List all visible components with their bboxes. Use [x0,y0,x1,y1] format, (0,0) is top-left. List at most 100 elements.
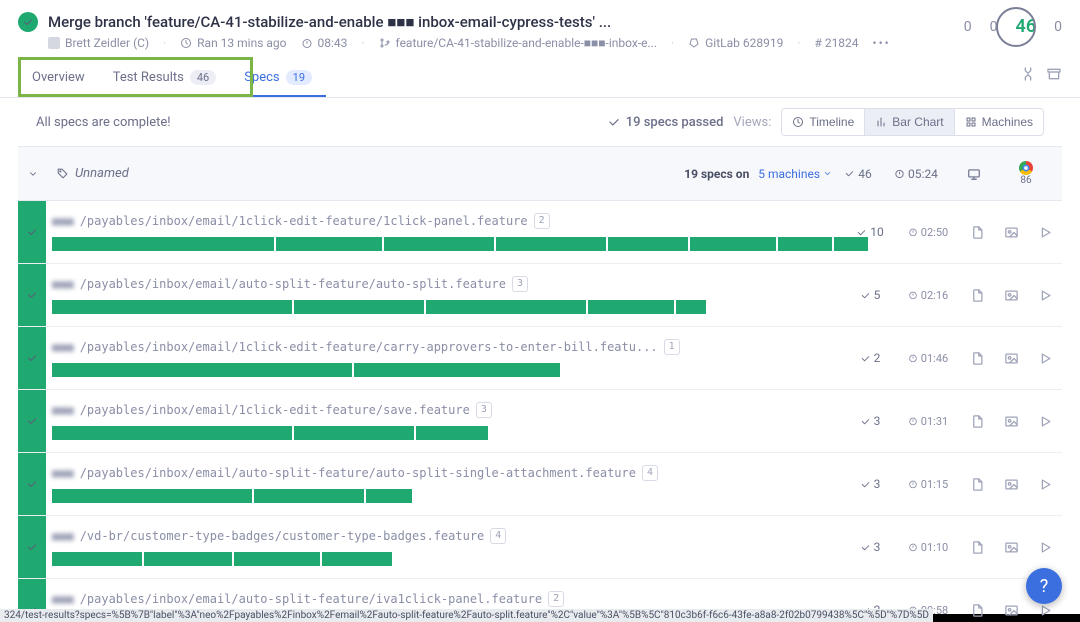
spec-bar-chart[interactable] [52,489,412,503]
views-label: Views: [733,115,771,130]
ran-time: Ran 13 mins ago [180,36,286,50]
spec-retry-badge: 3 [512,276,528,292]
spec-bar-chart[interactable] [52,237,862,251]
spec-bar-chart[interactable] [52,552,390,566]
spec-output-icon[interactable] [960,453,994,515]
spec-row[interactable]: ■■■/payables/inbox/email/1click-edit-fea… [18,327,1062,390]
stat-skipped: 0 [960,19,972,35]
spec-output-icon[interactable] [960,579,994,622]
view-timeline[interactable]: Timeline [782,109,865,135]
spec-passed: 10 [844,201,896,263]
spec-output-icon[interactable] [960,264,994,326]
run-status-icon [18,12,38,32]
avatar-icon [48,37,60,49]
spec-bar-chart[interactable] [52,300,702,314]
spec-path[interactable]: ■■■/payables/inbox/email/auto-split-feat… [52,276,834,292]
spec-status-icon [18,453,46,515]
spec-retry-badge: 3 [476,402,492,418]
spec-screenshots-icon[interactable] [994,579,1028,622]
spec-retry-badge: 4 [490,528,506,544]
group-passed: 46 [832,167,884,181]
status-url: 324/test-results?specs=%5B%7B"label"%3A"… [0,609,933,622]
spec-screenshots-icon[interactable] [994,327,1028,389]
tab-specs[interactable]: Specs19 [230,60,326,97]
help-button[interactable]: ? [1026,568,1062,604]
spec-duration: 01:31 [896,390,960,452]
spec-play-icon[interactable] [1028,264,1062,326]
spec-retry-badge: 1 [664,339,680,355]
spec-passed: 3 [844,516,896,578]
spec-retry-badge: 4 [642,465,658,481]
spec-play-icon[interactable] [1028,201,1062,263]
spec-passed: 3 [844,390,896,452]
spec-status-icon [18,201,46,263]
run-meta: Brett Zeidler (C) · Ran 13 mins ago 08:4… [48,36,1062,50]
chrome-icon [1019,161,1033,175]
flaky-icon[interactable] [1020,66,1036,82]
spec-duration: 01:15 [896,453,960,515]
spec-status-icon [18,327,46,389]
spec-output-icon[interactable] [960,201,994,263]
spec-duration: 02:50 [896,201,960,263]
spec-retry-badge: 2 [534,213,550,229]
spec-screenshots-icon[interactable] [994,516,1028,578]
tab-test-results[interactable]: Test Results46 [99,60,231,97]
group-duration: 05:24 [884,167,948,181]
run-title: Merge branch 'feature/CA-41-stabilize-an… [48,13,611,31]
spec-path[interactable]: ■■■/payables/inbox/email/1click-edit-fea… [52,213,834,229]
spec-output-icon[interactable] [960,390,994,452]
spec-screenshots-icon[interactable] [994,201,1028,263]
spec-play-icon[interactable] [1028,327,1062,389]
tag-icon [56,167,69,180]
spec-output-icon[interactable] [960,516,994,578]
stat-muted: 0 [986,19,998,35]
spec-path[interactable]: ■■■/payables/inbox/email/1click-edit-fea… [52,339,834,355]
tab-overview[interactable]: Overview [18,60,99,97]
spec-status-icon [18,390,46,452]
group-browser: 86 [1000,161,1052,186]
spec-path[interactable]: ■■■/payables/inbox/email/auto-split-feat… [52,465,834,481]
stat-passed: 46 [1012,16,1037,37]
duration: 08:43 [301,36,348,50]
spec-duration: 02:16 [896,264,960,326]
commit[interactable]: # 21824 [814,36,858,50]
group-os [948,167,1000,181]
spec-screenshots-icon[interactable] [994,390,1028,452]
machines-link[interactable]: 5 machines [758,167,832,181]
spec-status-icon [18,516,46,578]
banner-message: All specs are complete! [36,115,171,130]
spec-passed: 2 [844,327,896,389]
spec-row[interactable]: ■■■/payables/inbox/email/1click-edit-fea… [18,390,1062,453]
branch[interactable]: feature/CA-41-stabilize-and-enable-■■■-i… [379,36,657,50]
view-switcher: Timeline Bar Chart Machines [781,108,1044,136]
spec-screenshots-icon[interactable] [994,453,1028,515]
spec-path[interactable]: ■■■/vd-br/customer-type-badges/customer-… [52,528,834,544]
spec-row[interactable]: ■■■/payables/inbox/email/auto-split-feat… [18,264,1062,327]
spec-duration: 01:10 [896,516,960,578]
view-bar-chart[interactable]: Bar Chart [865,109,954,135]
archive-icon[interactable] [1046,66,1062,82]
spec-passed: 3 [844,453,896,515]
author[interactable]: Brett Zeidler (C) [48,36,149,50]
project[interactable]: GitLab 628919 [688,36,783,50]
spec-play-icon[interactable] [1028,390,1062,452]
spec-row[interactable]: ■■■/vd-br/customer-type-badges/customer-… [18,516,1062,579]
spec-play-icon[interactable] [1028,453,1062,515]
spec-output-icon[interactable] [960,327,994,389]
spec-duration: 01:46 [896,327,960,389]
chevron-down-icon[interactable] [28,169,38,179]
spec-bar-chart[interactable] [52,363,562,377]
spec-bar-chart[interactable] [52,426,488,440]
spec-path[interactable]: ■■■/payables/inbox/email/auto-split-feat… [52,591,834,607]
spec-passed: 5 [844,264,896,326]
group-name[interactable]: Unnamed [56,166,129,181]
view-machines[interactable]: Machines [955,109,1043,135]
spec-row[interactable]: ■■■/payables/inbox/email/1click-edit-fea… [18,201,1062,264]
more-actions[interactable]: ••• [873,36,891,50]
spec-retry-badge: 2 [548,591,564,607]
spec-row[interactable]: ■■■/payables/inbox/email/auto-split-feat… [18,453,1062,516]
specs-passed: 19 specs passed [607,115,724,130]
spec-screenshots-icon[interactable] [994,264,1028,326]
spec-path[interactable]: ■■■/payables/inbox/email/1click-edit-fea… [52,402,834,418]
group-specs-summary: 19 specs on 5 machines [684,167,832,181]
